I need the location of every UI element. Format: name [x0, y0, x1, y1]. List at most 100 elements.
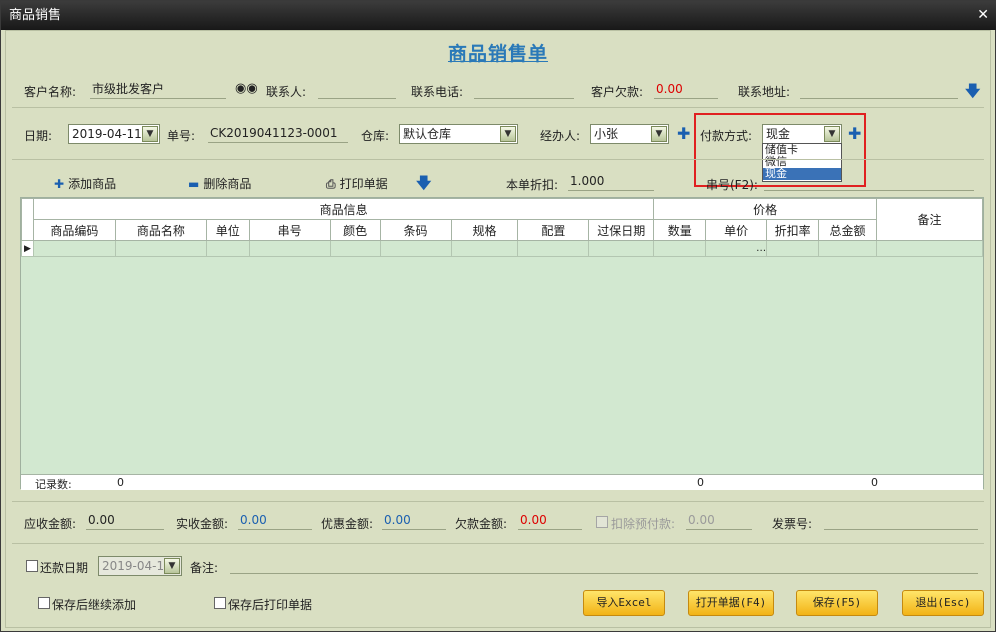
table-cell[interactable] — [329, 240, 381, 257]
debt-label: 客户欠款: — [591, 85, 644, 99]
warehouse-label: 仓库: — [361, 129, 390, 143]
save-continue-checkbox[interactable] — [38, 597, 50, 609]
handler-value: 小张 — [594, 127, 619, 141]
delete-goods-button[interactable]: ▬ 删除商品 — [188, 175, 251, 192]
owed-label: 欠款金额: — [455, 517, 508, 531]
remark-header[interactable]: 备注 — [876, 198, 983, 241]
deduct-prepay-checkbox[interactable] — [596, 516, 608, 528]
divider — [12, 159, 984, 160]
form-title: 商品销售单 — [447, 43, 548, 65]
sales-window: 商品销售 ✕ 商品销售单 客户名称: 市级批发客户 ◉◉ 联系人: 联系电话: … — [0, 0, 996, 632]
contact-field[interactable] — [318, 81, 396, 99]
row-pointer-icon: ▶ — [21, 240, 34, 257]
form-panel: 商品销售单 客户名称: 市级批发客户 ◉◉ 联系人: 联系电话: 客户欠款: 0… — [5, 30, 991, 628]
received-field[interactable]: 0.00 — [238, 512, 312, 530]
handler-label: 经办人: — [540, 129, 581, 143]
chevron-down-icon[interactable]: ▼ — [142, 126, 158, 142]
table-cell[interactable] — [248, 240, 331, 257]
column-header[interactable]: 条码 — [379, 219, 452, 241]
expand-down-icon[interactable]: 🡇 — [965, 81, 980, 106]
exit-button[interactable]: 退出(Esc) — [902, 590, 984, 616]
column-header[interactable]: 配置 — [517, 219, 590, 241]
table-cell[interactable] — [653, 240, 707, 257]
table-cell[interactable] — [588, 240, 655, 257]
table-cell[interactable] — [818, 240, 878, 257]
phone-field[interactable] — [474, 81, 574, 99]
column-header[interactable]: 商品编码 — [32, 219, 116, 241]
date-picker[interactable]: 2019-04-11 ▼ — [68, 124, 160, 144]
handler-select[interactable]: 小张 ▼ — [590, 124, 669, 144]
column-header[interactable]: 串号 — [248, 219, 331, 241]
serial-field[interactable] — [764, 173, 974, 191]
table-cell[interactable] — [876, 240, 983, 257]
divider — [12, 543, 984, 544]
deduct-prepay-field: 0.00 — [686, 512, 752, 530]
receivable-field: 0.00 — [86, 512, 164, 530]
grid-footer: 记录数: 0 0 0 — [21, 474, 983, 491]
invoice-field[interactable] — [824, 512, 978, 530]
table-cell[interactable] — [114, 240, 207, 257]
phone-label: 联系电话: — [411, 85, 464, 99]
order-number-field[interactable]: CK2019041123-0001 — [208, 125, 348, 143]
column-header[interactable]: 商品名称 — [114, 219, 207, 241]
column-header[interactable]: 单位 — [205, 219, 250, 241]
column-header[interactable]: 总金额 — [818, 219, 878, 241]
divider — [12, 107, 984, 108]
discount-amount-field[interactable]: 0.00 — [382, 512, 446, 530]
table-cell[interactable] — [32, 240, 116, 257]
column-header[interactable]: 数量 — [653, 219, 707, 241]
group-price-header: 价格 — [653, 198, 878, 220]
column-header[interactable]: 规格 — [450, 219, 519, 241]
received-label: 实收金额: — [176, 517, 229, 531]
print-label: 打印单据 — [339, 177, 388, 191]
printer-icon: ⎙ — [326, 177, 336, 191]
goods-grid[interactable]: 商品信息 价格 备注 商品编码 商品名称 单位 串号 颜色 条码 规格 配置 过… — [20, 197, 984, 491]
column-header[interactable]: 折扣率 — [766, 219, 820, 241]
note-field[interactable] — [230, 556, 978, 574]
serial-label: 串号(F2): — [706, 178, 758, 192]
table-cell[interactable] — [517, 240, 590, 257]
table-cell[interactable] — [450, 240, 519, 257]
record-count-value: 0 — [117, 476, 124, 489]
table-cell[interactable] — [205, 240, 250, 257]
customer-field[interactable]: 市级批发客户 — [90, 81, 226, 99]
repay-date-checkbox[interactable] — [26, 560, 38, 572]
close-icon[interactable]: ✕ — [977, 1, 989, 30]
save-print-label: 保存后打印单据 — [228, 598, 313, 612]
print-button[interactable]: ⎙ 打印单据 — [326, 175, 388, 192]
column-header[interactable]: 过保日期 — [588, 219, 655, 241]
delete-goods-label: 删除商品 — [203, 177, 252, 191]
discount-amount-label: 优惠金额: — [321, 517, 374, 531]
chevron-down-icon[interactable]: ▼ — [500, 126, 516, 142]
repay-date-label: 还款日期 — [40, 561, 89, 575]
address-field[interactable] — [800, 81, 958, 99]
table-row[interactable]: ▶ … — [21, 240, 983, 257]
repay-date-value: 2019-04-11 — [102, 559, 172, 573]
column-header[interactable]: 颜色 — [329, 219, 381, 241]
invoice-label: 发票号: — [772, 517, 813, 531]
address-label: 联系地址: — [738, 85, 791, 99]
discount-field[interactable]: 1.000 — [568, 173, 654, 191]
open-order-button[interactable]: 打开单据(F4) — [688, 590, 774, 616]
qty-total: 0 — [697, 476, 704, 489]
import-excel-button[interactable]: 导入Excel — [583, 590, 665, 616]
title-bar: 商品销售 ✕ — [1, 1, 996, 30]
grid-corner — [21, 198, 34, 241]
chevron-down-icon[interactable]: ▼ — [651, 126, 667, 142]
warehouse-select[interactable]: 默认仓库 ▼ — [399, 124, 518, 144]
price-ellipsis-button[interactable]: … — [705, 240, 768, 257]
add-goods-button[interactable]: ✚ 添加商品 — [54, 175, 116, 192]
save-button[interactable]: 保存(F5) — [796, 590, 878, 616]
table-cell[interactable] — [379, 240, 452, 257]
binoculars-icon[interactable]: ◉◉ — [235, 81, 258, 96]
minus-icon: ▬ — [188, 177, 200, 191]
table-cell[interactable] — [766, 240, 820, 257]
column-header[interactable]: 单价 — [705, 219, 768, 241]
chevron-down-icon[interactable]: ▼ — [164, 558, 180, 574]
repay-date-picker[interactable]: 2019-04-11 ▼ — [98, 556, 182, 576]
add-handler-icon[interactable]: ✚ — [677, 126, 690, 142]
group-goods-header: 商品信息 — [32, 198, 655, 220]
arrow-down-icon[interactable]: 🡇 — [416, 173, 431, 198]
save-print-checkbox[interactable] — [214, 597, 226, 609]
discount-label: 本单折扣: — [506, 178, 559, 192]
